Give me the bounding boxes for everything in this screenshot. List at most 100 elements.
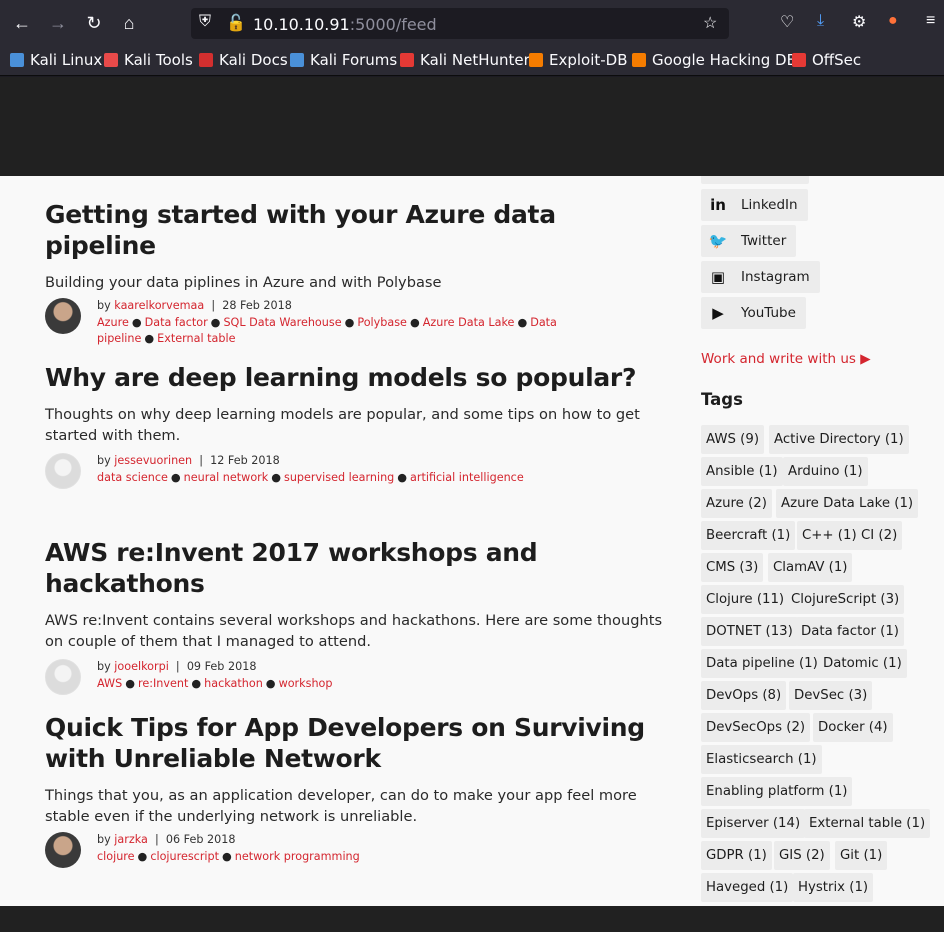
menu-icon[interactable]: ≡ — [926, 12, 935, 30]
post-date: 06 Feb 2018 — [165, 833, 236, 846]
tag-chip[interactable]: C++ (1) — [797, 521, 862, 550]
tag-chip[interactable]: CI (2) — [856, 521, 903, 550]
post-title[interactable]: Getting started with your Azure data pip… — [45, 199, 665, 261]
tag-link[interactable]: Azure Data Lake — [423, 316, 515, 329]
tag-link[interactable]: Data factor — [145, 316, 208, 329]
tag-chip[interactable]: Hystrix (1) — [793, 873, 874, 902]
post-meta: by jessevuorinen | 12 Feb 2018 data scie… — [45, 453, 665, 493]
pocket-icon[interactable]: ♡ — [780, 12, 794, 32]
forward-arrow-icon[interactable]: → — [43, 8, 73, 38]
tag-chip[interactable]: Clojure (11) — [701, 585, 790, 614]
tag-chip[interactable]: AWS (9) — [701, 425, 765, 454]
social-button-twitter[interactable]: 🐦 Twitter — [701, 225, 797, 257]
tag-chip[interactable]: Haveged (1) — [701, 873, 794, 902]
url-bar[interactable]: ⛨ 🔓 10.10.10.91:5000/feed ☆ — [191, 8, 729, 39]
ghdb-icon — [632, 53, 646, 67]
social-label: Twitter — [741, 233, 787, 249]
extensions-icon[interactable]: ⚙ — [852, 12, 866, 32]
tag-chip[interactable]: GIS (2) — [774, 841, 830, 870]
tag-link[interactable]: artificial intelligence — [410, 471, 524, 484]
star-bookmark-icon[interactable]: ☆ — [703, 13, 717, 33]
author-link[interactable]: jooelkorpi — [114, 660, 169, 673]
tag-chip[interactable]: Data factor (1) — [796, 617, 904, 646]
tag-link[interactable]: supervised learning — [284, 471, 394, 484]
reload-icon[interactable]: ↻ — [79, 8, 109, 38]
bookmark-google-hacking-db[interactable]: Google Hacking DB — [632, 51, 797, 69]
tag-chip[interactable]: External table (1) — [804, 809, 931, 838]
bookmark-kali-tools[interactable]: Kali Tools — [104, 51, 193, 69]
author-link[interactable]: jessevuorinen — [114, 454, 192, 467]
tag-link[interactable]: SQL Data Warehouse — [223, 316, 341, 329]
back-arrow-icon[interactable]: ← — [7, 8, 37, 38]
tag-link[interactable]: clojurescript — [150, 850, 219, 863]
tag-chip[interactable]: Docker (4) — [813, 713, 893, 742]
tag-chip[interactable]: GDPR (1) — [701, 841, 772, 870]
social-button-youtube[interactable]: ▶ YouTube — [701, 297, 806, 329]
post-title[interactable]: AWS re:Invent 2017 workshops and hackath… — [45, 537, 665, 599]
kali-forums-icon — [290, 53, 304, 67]
post-description: Thoughts on why deep learning models are… — [45, 406, 640, 444]
tag-chip[interactable]: DOTNET (13) — [701, 617, 798, 646]
tag-chip[interactable]: Episerver (14) — [701, 809, 806, 838]
bookmark-kali-linux[interactable]: Kali Linux — [10, 51, 102, 69]
tag-link[interactable]: Polybase — [357, 316, 407, 329]
post-meta: by kaarelkorvemaa | 28 Feb 2018 Azure ● Da… — [45, 298, 665, 345]
tag-link[interactable]: workshop — [279, 677, 333, 690]
nethunter-icon — [400, 53, 414, 67]
tag-link[interactable]: data science — [97, 471, 168, 484]
home-icon[interactable]: ⌂ — [114, 8, 144, 38]
author-link[interactable]: jarzka — [114, 833, 148, 846]
post-date: 12 Feb 2018 — [210, 454, 280, 467]
tag-link[interactable]: hackathon — [204, 677, 263, 690]
post-title[interactable]: Why are deep learning models so popular? — [45, 362, 665, 393]
tag-chip[interactable]: Active Directory (1) — [769, 425, 909, 454]
tag-chip[interactable]: Beercraft (1) — [701, 521, 796, 550]
post-date: 28 Feb 2018 — [222, 299, 292, 312]
tag-link[interactable]: re:Invent — [138, 677, 188, 690]
tag-chip[interactable]: Git (1) — [835, 841, 888, 870]
bookmark-kali-forums[interactable]: Kali Forums — [290, 51, 397, 69]
tag-chip[interactable]: Data pipeline (1) — [701, 649, 823, 678]
social-button-linkedin[interactable]: in LinkedIn — [701, 189, 808, 221]
tag-link[interactable]: neural network — [184, 471, 269, 484]
url-path: :5000/feed — [349, 15, 437, 34]
shield-icon[interactable]: ⛨ — [199, 13, 211, 31]
tag-chip[interactable]: Datomic (1) — [818, 649, 907, 678]
social-button-facebook[interactable] — [701, 176, 809, 184]
tag-chip[interactable]: CMS (3) — [701, 553, 764, 582]
download-icon[interactable]: ⤓ — [817, 12, 824, 30]
tag-chip[interactable]: ClamAV (1) — [768, 553, 853, 582]
url-text[interactable]: 10.10.10.91:5000/feed — [253, 15, 437, 34]
tag-chip[interactable]: Arduino (1) — [783, 457, 868, 486]
post-description: AWS re:Invent contains several workshops… — [45, 612, 663, 650]
tag-link[interactable]: External table — [157, 332, 235, 345]
tag-link[interactable]: network programming — [235, 850, 360, 863]
tag-chip[interactable]: ClojureScript (3) — [786, 585, 905, 614]
tag-link[interactable]: Azure — [97, 316, 129, 329]
work-with-us-link[interactable]: Work and write with us ▶ — [701, 351, 871, 367]
bookmark-kali-nethunter[interactable]: Kali NetHunter — [400, 51, 530, 69]
tag-link[interactable]: AWS — [97, 677, 122, 690]
tag-chip[interactable]: Azure (2) — [701, 489, 772, 518]
insecure-lock-icon[interactable]: 🔓 — [226, 13, 246, 33]
post-title[interactable]: Quick Tips for App Developers on Survivi… — [45, 712, 665, 774]
tag-chip[interactable]: DevOps (8) — [701, 681, 787, 710]
tag-chip[interactable]: DevSecOps (2) — [701, 713, 811, 742]
bookmark-label: Kali NetHunter — [420, 51, 530, 69]
bookmark-exploit-db[interactable]: Exploit-DB — [529, 51, 628, 69]
bookmark-label: OffSec — [812, 51, 862, 69]
author-link[interactable]: kaarelkorvemaa — [114, 299, 204, 312]
url-host: 10.10.10.91 — [253, 15, 350, 34]
bookmark-offsec[interactable]: OffSec — [792, 51, 861, 69]
profile-icon[interactable]: ● — [888, 12, 898, 30]
tag-link[interactable]: clojure — [97, 850, 135, 863]
kali-dragon-icon — [10, 53, 24, 67]
bookmark-kali-docs[interactable]: Kali Docs — [199, 51, 288, 69]
tag-chip[interactable]: Elasticsearch (1) — [701, 745, 822, 774]
post-meta: by jarzka | 06 Feb 2018 clojure ● clojures… — [45, 832, 665, 872]
tag-chip[interactable]: Azure Data Lake (1) — [776, 489, 919, 518]
tag-chip[interactable]: DevSec (3) — [789, 681, 873, 710]
tag-chip[interactable]: Enabling platform (1) — [701, 777, 853, 806]
social-button-instagram[interactable]: ▣ Instagram — [701, 261, 820, 293]
tag-chip[interactable]: Ansible (1) — [701, 457, 783, 486]
